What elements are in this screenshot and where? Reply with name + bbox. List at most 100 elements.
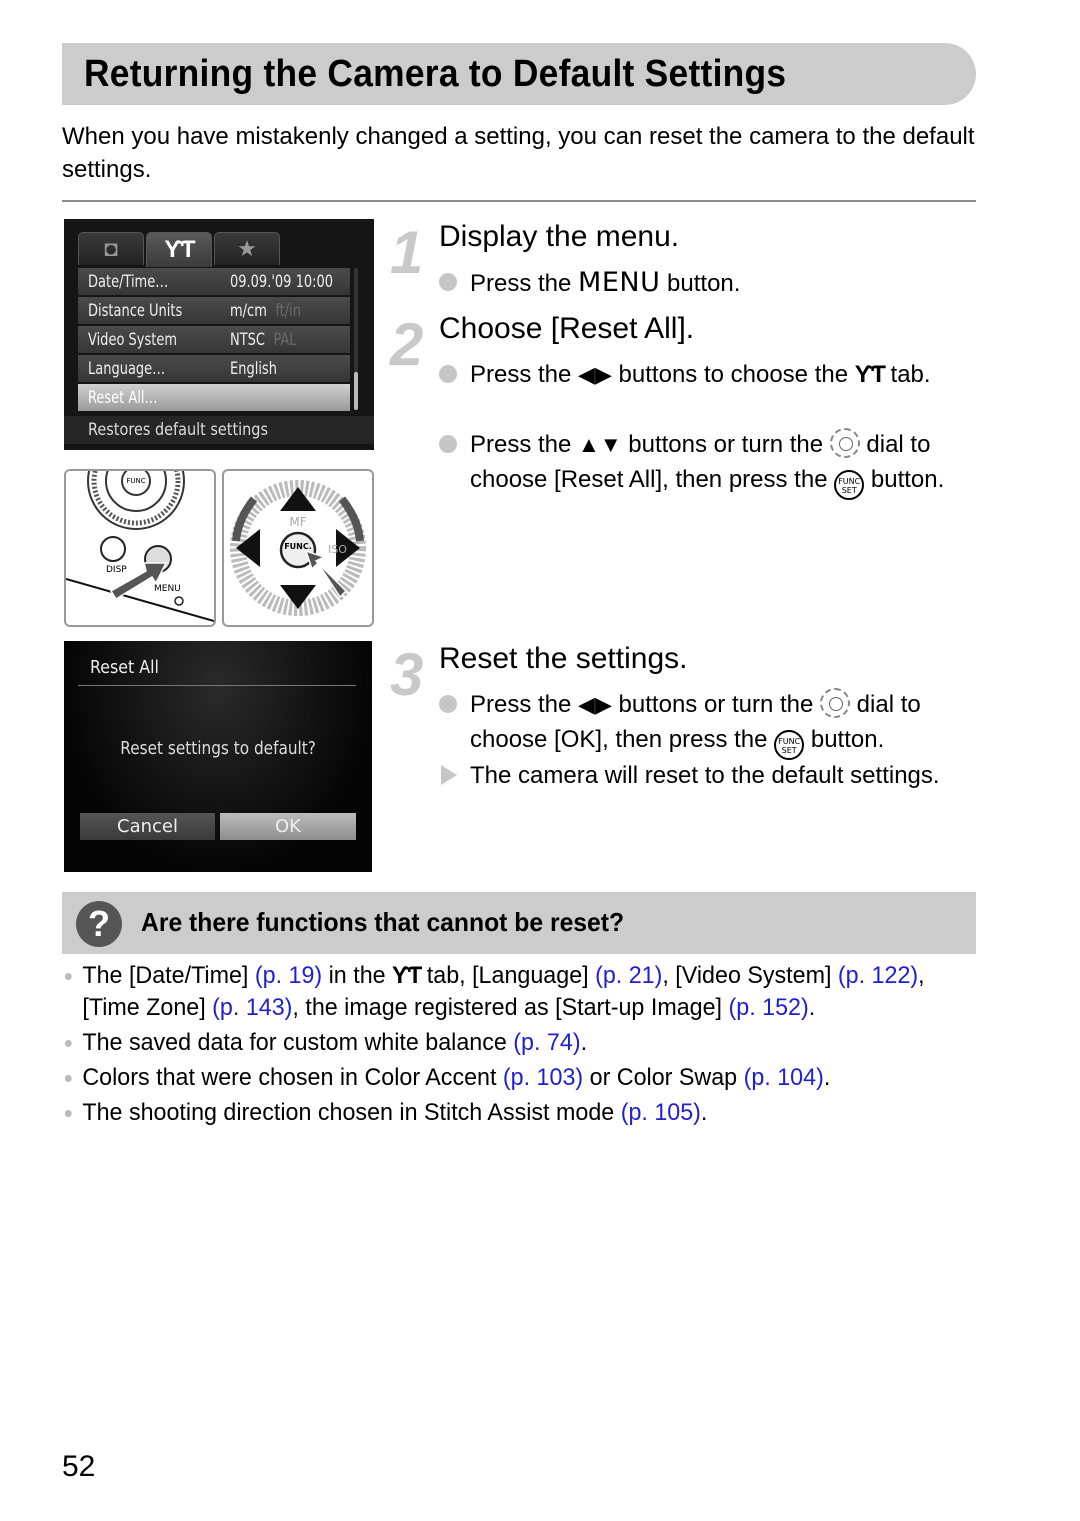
faq-note: Colors that were chosen in Color Accent … [62, 1062, 954, 1094]
page-reference-link[interactable]: (p. 122) [838, 962, 918, 989]
mf-label: MF [289, 515, 306, 529]
text: The camera will reset to the default set… [470, 762, 940, 789]
tab-camera[interactable]: ◘ [78, 232, 144, 265]
camera-menu-screenshot: ◘ ƳƬ ★ Date/Time… 09.09.'09 10:00 Distan… [64, 219, 374, 450]
text: , [Video System] [662, 962, 838, 989]
page-reference-link[interactable]: (p. 104) [744, 1064, 824, 1091]
menu-row-label: Date/Time… [88, 271, 169, 292]
menu-row-alt-value: PAL [273, 329, 297, 350]
faq-title: Are there functions that cannot be reset… [141, 907, 625, 937]
left-right-buttons-icon: ◀▶ [578, 692, 612, 717]
step-3-bullet-1: Press the ◀▶ buttons or turn the dial to… [439, 687, 979, 760]
func-set-button-icon: FUNC SET [834, 470, 865, 500]
page-reference-link[interactable]: (p. 105) [621, 1099, 701, 1126]
control-dial-illustration: MF FUNC. ISO [222, 469, 374, 627]
page-reference-link[interactable]: (p. 74) [513, 1029, 580, 1056]
text: Colors that were chosen in Color Accent [82, 1064, 503, 1091]
text: . [580, 1029, 588, 1056]
menu-row-reset-all[interactable]: Reset All… [78, 384, 350, 411]
dialog-divider [78, 685, 356, 686]
bullet-dot [439, 695, 457, 713]
menu-button-drawing: FUNC DISP MENU [66, 471, 214, 622]
page-reference-link[interactable]: (p. 103) [503, 1064, 583, 1091]
tools-tab-icon: ƳƬ [854, 361, 886, 388]
step-2-bullet-2: Press the ▲▼ buttons or turn the dial to… [439, 427, 979, 500]
faq-note: The [Date/Time] (p. 19) in the ƳƬ tab, [… [62, 960, 954, 1024]
cancel-button[interactable]: Cancel [80, 813, 215, 840]
faq-header: ? Are there functions that cannot be res… [62, 892, 976, 954]
ok-button[interactable]: OK [220, 813, 356, 840]
star-icon: ★ [237, 236, 257, 261]
text: . [823, 1064, 831, 1091]
page-reference-link[interactable]: (p. 19) [255, 962, 322, 989]
intro-text: When you have mistakenly changed a setti… [62, 123, 975, 183]
text: button. [804, 726, 885, 753]
step-2-bullet-1: Press the ◀▶ buttons to choose the ƳƬ ta… [439, 357, 979, 392]
tab-favorites[interactable]: ★ [214, 232, 280, 265]
camera-icon: ◘ [104, 236, 118, 261]
result-arrow-icon [441, 765, 457, 785]
text: buttons to choose the [611, 361, 855, 388]
page-reference-link[interactable]: (p. 21) [595, 962, 662, 989]
menu-row-label: Language… [88, 358, 166, 379]
bullet-dot [439, 435, 457, 453]
page-number: 52 [62, 1450, 96, 1483]
menu-row-value-group: m/cm ft/in [230, 301, 301, 321]
text: Press the [470, 270, 579, 297]
text: . [808, 994, 816, 1021]
menu-row-value-group: NTSC PAL [230, 330, 297, 350]
text: button. [660, 270, 741, 297]
menu-row-language[interactable]: Language… English [78, 355, 350, 382]
bullet-dot [439, 365, 457, 383]
faq-note: The shooting direction chosen in Stitch … [62, 1097, 954, 1129]
disp-label: DISP [106, 565, 127, 575]
menu-row-video-system[interactable]: Video System NTSC PAL [78, 326, 350, 353]
dialog-message-wrap: Reset settings to default? [64, 738, 372, 759]
menu-row-date-time[interactable]: Date/Time… 09.09.'09 10:00 [78, 268, 350, 295]
func-set-label: FUNC [126, 477, 145, 485]
menu-label: MENU [154, 584, 181, 594]
divider [62, 200, 976, 202]
text: Press the [470, 691, 579, 718]
tools-tab-icon: ƳƬ [392, 962, 422, 989]
menu-row-label: Video System [88, 329, 178, 350]
tab-tools[interactable]: ƳƬ [146, 232, 212, 267]
step-3-title: Reset the settings. [439, 642, 688, 675]
menu-scrollbar[interactable] [354, 268, 358, 410]
text: buttons or turn the [621, 431, 830, 458]
menu-row-label: Distance Units [88, 300, 183, 321]
text: The [Date/Time] [82, 962, 255, 989]
help-text: Restores default settings [88, 420, 269, 440]
func-set-button-icon: FUNC SET [774, 730, 805, 760]
page-reference-link[interactable]: (p. 152) [728, 994, 808, 1021]
step-number-2: 2 [390, 311, 424, 378]
faq-note: The saved data for custom white balance … [62, 1027, 954, 1059]
scrollbar-thumb[interactable] [354, 372, 358, 410]
menu-list: Date/Time… 09.09.'09 10:00 Distance Unit… [78, 268, 350, 413]
step-number-3: 3 [390, 641, 424, 708]
text: in the [322, 962, 393, 989]
dialog-message: Reset settings to default? [120, 738, 316, 759]
menu-row-value: 09.09.'09 10:00 [230, 271, 334, 292]
menu-help-line: Restores default settings [64, 416, 374, 444]
menu-row-alt-value: ft/in [275, 300, 302, 321]
text: The saved data for custom white balance [82, 1029, 514, 1056]
tools-icon: ƳƬ [164, 236, 195, 263]
menu-row-distance-units[interactable]: Distance Units m/cm ft/in [78, 297, 350, 324]
step-2-title: Choose [Reset All]. [439, 312, 695, 345]
text: tab, [Language] [420, 962, 596, 989]
bullet-dot [439, 273, 457, 291]
step-1-bullet: Press the MENU button. [439, 265, 979, 301]
iso-label: ISO [328, 543, 347, 556]
page-reference-link[interactable]: (p. 143) [212, 994, 292, 1021]
up-down-buttons-icon: ▲▼ [578, 432, 622, 457]
title-bar: Returning the Camera to Default Settings [62, 43, 976, 105]
faq-notes-list: The [Date/Time] (p. 19) in the ƳƬ tab, [… [62, 960, 982, 1132]
question-icon: ? [76, 901, 122, 947]
text: tab. [883, 361, 931, 388]
text: button. [864, 466, 945, 493]
step-1-title: Display the menu. [439, 220, 680, 253]
step-number-1: 1 [390, 219, 424, 286]
control-dial-icon [829, 428, 860, 458]
dialog-title: Reset All [90, 657, 159, 678]
